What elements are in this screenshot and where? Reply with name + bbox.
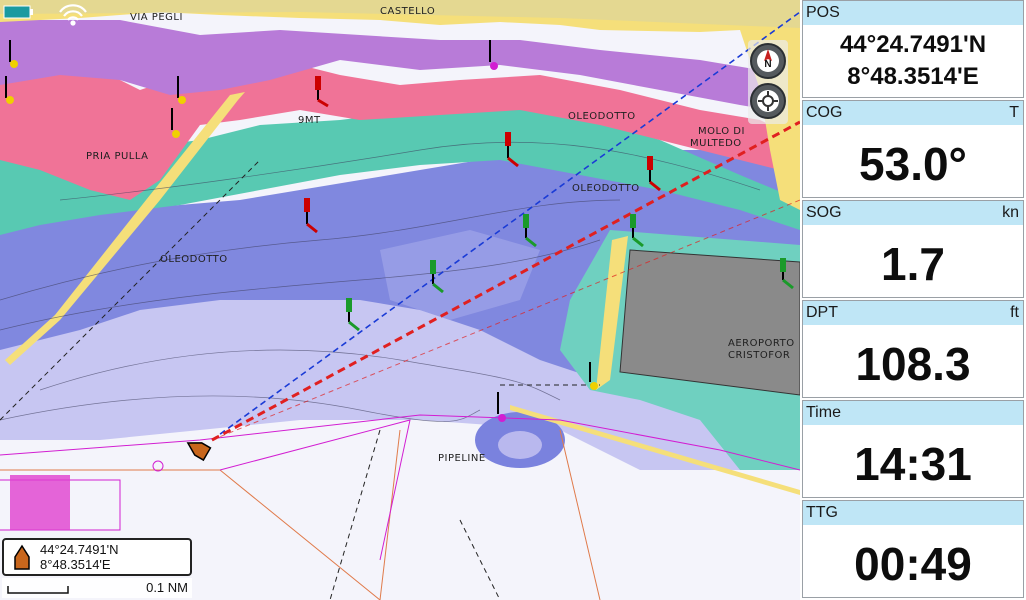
data-box-header: POS bbox=[803, 1, 1023, 25]
data-box-time[interactable]: Time 14:31 bbox=[802, 400, 1024, 498]
map-label-pipeline: PIPELINE bbox=[438, 453, 486, 464]
map-label-oleodotto: OLEODOTTO bbox=[572, 183, 640, 194]
cog-value: 53.0° bbox=[859, 138, 967, 190]
cog-label: COG bbox=[806, 104, 843, 121]
map-label-via-pegli: VIA PEGLI bbox=[130, 12, 183, 23]
recenter-button[interactable] bbox=[750, 83, 786, 119]
dpt-label: DPT bbox=[806, 304, 838, 321]
dpt-value: 108.3 bbox=[855, 338, 971, 390]
data-panel: POS 44°24.7491'N 8°48.3514'E COG T 53.0°… bbox=[800, 0, 1026, 600]
pos-label: POS bbox=[806, 4, 840, 21]
pipeline-shoal-center bbox=[498, 431, 542, 459]
data-box-header: COG T bbox=[803, 101, 1023, 125]
vessel-icon bbox=[14, 544, 30, 570]
data-box-dpt[interactable]: DPT ft 108.3 bbox=[802, 300, 1024, 398]
pos-latitude: 44°24.7491'N bbox=[839, 31, 987, 58]
north-up-icon: N bbox=[757, 49, 779, 72]
scale-label: 0.1 NM bbox=[146, 580, 188, 595]
nautical-chart[interactable]: VIA PEGLI CASTELLO PRIA PULLA OLEODOTTO … bbox=[0, 0, 800, 600]
data-box-header: Time bbox=[803, 401, 1023, 425]
scale-bar: 0.1 NM bbox=[2, 578, 192, 598]
data-box-header: DPT ft bbox=[803, 301, 1023, 325]
data-box-sog[interactable]: SOG kn 1.7 bbox=[802, 200, 1024, 298]
position-longitude: 8°48.3514'E bbox=[40, 557, 111, 572]
map-label-molo-di: MOLO DI bbox=[698, 126, 745, 137]
sog-value: 1.7 bbox=[881, 238, 945, 290]
cursor-position-box: 44°24.7491'N 8°48.3514'E bbox=[2, 538, 192, 576]
data-box-header: SOG kn bbox=[803, 201, 1023, 225]
battery-icon bbox=[3, 5, 33, 19]
recenter-icon bbox=[757, 90, 779, 112]
position-latitude: 44°24.7491'N bbox=[40, 542, 119, 557]
ttg-label: TTG bbox=[806, 504, 838, 521]
time-value: 14:31 bbox=[854, 438, 972, 490]
map-label-castello: CASTELLO bbox=[380, 6, 435, 17]
chart-canvas: VIA PEGLI CASTELLO PRIA PULLA OLEODOTTO … bbox=[0, 0, 800, 600]
map-label-aeroporto: AEROPORTO bbox=[728, 338, 795, 349]
data-box-header: TTG bbox=[803, 501, 1023, 525]
map-label-cristofor: CRISTOFOR bbox=[728, 350, 790, 361]
data-box-ttg[interactable]: TTG 00:49 bbox=[802, 500, 1024, 598]
map-label-9mt: 9MT bbox=[298, 115, 321, 126]
scale-bar-graphic bbox=[7, 586, 69, 594]
data-box-pos[interactable]: POS 44°24.7491'N 8°48.3514'E bbox=[802, 0, 1024, 98]
svg-text:N: N bbox=[764, 59, 771, 70]
sog-label: SOG bbox=[806, 204, 842, 221]
time-label: Time bbox=[806, 404, 841, 421]
north-up-button[interactable]: N bbox=[750, 43, 786, 79]
ttg-value: 00:49 bbox=[854, 538, 972, 590]
hatched-zone bbox=[10, 475, 70, 530]
map-label-oleodotto: OLEODOTTO bbox=[568, 111, 636, 122]
pos-longitude: 8°48.3514'E bbox=[847, 63, 979, 90]
sog-unit: kn bbox=[1002, 204, 1019, 221]
data-box-cog[interactable]: COG T 53.0° bbox=[802, 100, 1024, 198]
map-label-oleodotto: OLEODOTTO bbox=[160, 254, 228, 265]
map-label-multedo: MULTEDO bbox=[690, 138, 742, 149]
airport-runway bbox=[619, 249, 800, 396]
dpt-unit: ft bbox=[1010, 304, 1019, 321]
cog-unit: T bbox=[1009, 104, 1019, 121]
map-label-pria-pulla: PRIA PULLA bbox=[86, 151, 149, 162]
